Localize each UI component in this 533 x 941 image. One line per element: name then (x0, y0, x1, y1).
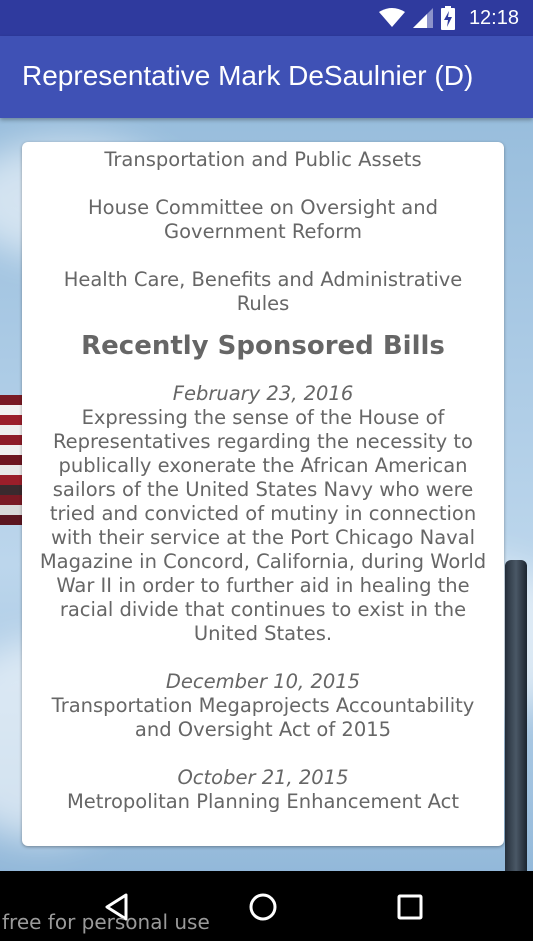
wifi-icon (378, 8, 405, 27)
app-screen: 12:18 Representative Mark DeSaulnier (D)… (0, 0, 533, 941)
committee-item: Health Care, Benefits and Administrative… (63, 268, 463, 315)
bill-item: October 21, 2015 Metropolitan Planning E… (36, 766, 490, 814)
sponsored-bills-heading: Recently Sponsored Bills (81, 331, 445, 361)
bill-item: February 23, 2016 Expressing the sense o… (36, 382, 490, 646)
bill-date: December 10, 2015 (165, 670, 361, 693)
status-icons: 12:18 (378, 6, 519, 30)
committee-item: Transportation and Public Assets (104, 148, 422, 171)
battery-icon (440, 6, 455, 30)
bill-date: October 21, 2015 (177, 766, 349, 789)
bill-item: December 10, 2015 Transportation Megapro… (36, 670, 490, 742)
app-bar: Representative Mark DeSaulnier (D) (0, 36, 533, 118)
card-content: Transportation and Public Assets House C… (22, 142, 504, 814)
committee-item: House Committee on Oversight and Governm… (88, 196, 438, 243)
watermark-text: free for personal use (2, 910, 210, 934)
home-icon[interactable] (247, 891, 279, 923)
background-flagpole (505, 560, 527, 880)
bill-title: Metropolitan Planning Enhancement Act (66, 790, 460, 813)
bill-date: February 23, 2016 (172, 382, 354, 405)
bill-title: Transportation Megaprojects Accountabili… (51, 694, 475, 741)
cell-signal-icon (412, 8, 433, 28)
background-flag (0, 395, 24, 535)
representative-detail-card[interactable]: Transportation and Public Assets House C… (22, 142, 504, 846)
status-bar: 12:18 (0, 0, 533, 36)
status-time: 12:18 (468, 6, 519, 29)
recents-icon[interactable] (394, 891, 426, 923)
page-title: Representative Mark DeSaulnier (D) (22, 60, 474, 91)
bill-title: Expressing the sense of the House of Rep… (39, 406, 487, 645)
